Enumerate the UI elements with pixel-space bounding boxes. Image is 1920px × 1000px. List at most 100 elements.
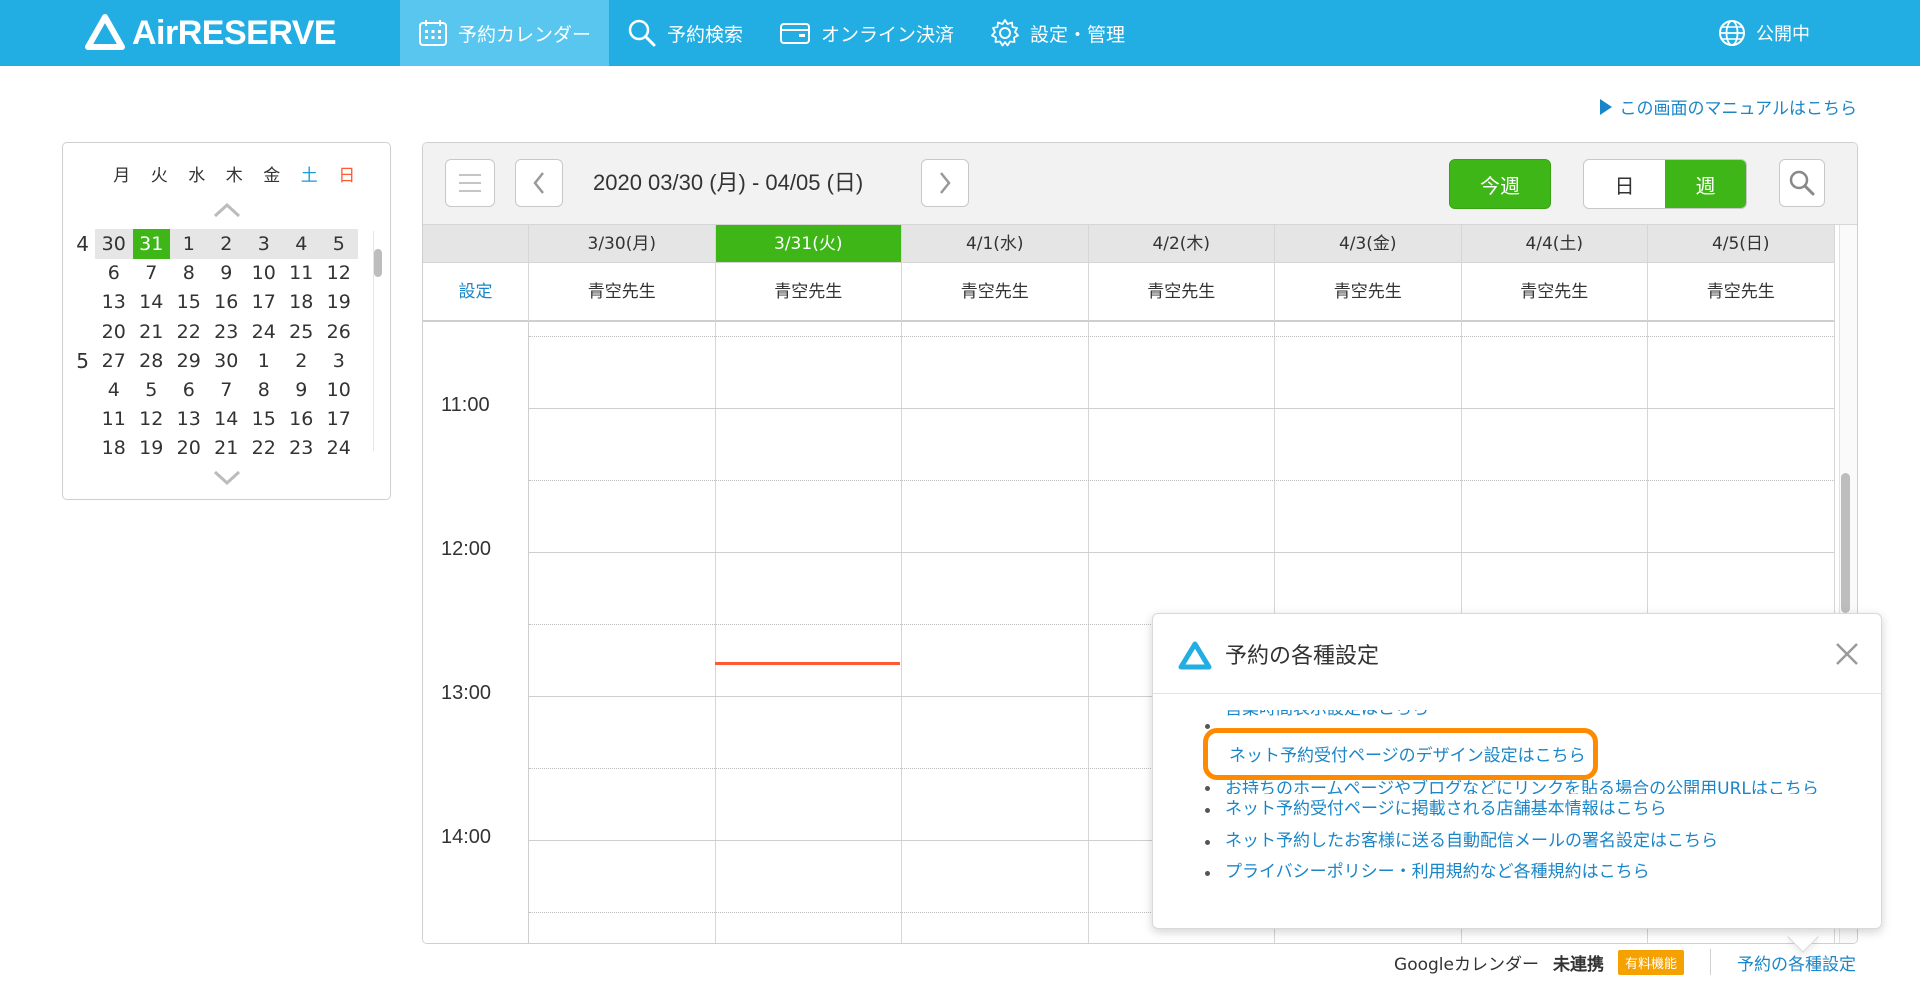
mini-calendar-day[interactable]: 1 (245, 346, 283, 376)
mini-calendar-day[interactable]: 24 (320, 433, 358, 454)
mini-calendar-day[interactable]: 16 (283, 404, 321, 434)
day-column-body[interactable] (902, 322, 1089, 943)
mini-calendar-day[interactable]: 30 (95, 229, 133, 259)
staff-name-cell[interactable]: 青空先生 (1275, 263, 1462, 322)
mini-calendar-day[interactable]: 7 (208, 375, 246, 405)
mini-calendar-scroll-thumb[interactable] (374, 249, 382, 277)
nav-reservation-search[interactable]: 予約検索 (609, 0, 761, 66)
nav-reservation-calendar[interactable]: 予約カレンダー (400, 0, 610, 66)
mini-calendar-day[interactable]: 12 (133, 404, 171, 434)
mini-calendar-day[interactable]: 31 (132, 229, 170, 259)
mini-calendar-day[interactable]: 4 (95, 375, 133, 405)
mini-calendar-day[interactable]: 15 (170, 287, 208, 317)
mini-calendar-day[interactable]: 20 (95, 317, 133, 347)
mini-calendar-day[interactable]: 22 (245, 433, 283, 454)
mini-calendar-day[interactable]: 5 (133, 375, 171, 405)
nav-online-payment[interactable]: オンライン決済 (761, 0, 972, 66)
day-column-body[interactable] (529, 322, 716, 943)
mini-calendar-day[interactable]: 8 (170, 258, 208, 288)
mini-calendar-day[interactable]: 4 (282, 229, 320, 259)
mini-calendar-day[interactable]: 10 (320, 375, 358, 405)
mini-calendar-day[interactable]: 26 (320, 317, 358, 347)
mini-calendar-day[interactable]: 12 (320, 258, 358, 288)
mini-calendar-day[interactable]: 6 (170, 375, 208, 405)
menu-button[interactable] (445, 159, 495, 207)
mini-calendar-day[interactable]: 5 (320, 229, 358, 259)
airreserve-logo[interactable]: AirRESERVE (84, 11, 337, 55)
mini-calendar-day[interactable]: 19 (133, 433, 171, 454)
day-column-header[interactable]: 4/2(木) (1088, 225, 1275, 263)
day-column-body[interactable] (716, 322, 902, 943)
day-column-header[interactable]: 3/30(月) (529, 225, 716, 263)
close-icon[interactable] (1833, 640, 1861, 668)
mini-calendar-day[interactable]: 17 (320, 404, 358, 434)
mini-calendar-day[interactable]: 20 (170, 433, 208, 454)
chevron-down-icon[interactable] (212, 469, 242, 487)
mini-calendar-day[interactable]: 23 (208, 317, 246, 347)
mini-calendar-day[interactable]: 13 (95, 287, 133, 317)
mini-calendar-day[interactable]: 13 (170, 404, 208, 434)
mini-calendar-day[interactable]: 21 (133, 317, 171, 347)
mini-calendar-day[interactable]: 28 (133, 346, 171, 376)
mini-calendar-day[interactable]: 14 (208, 404, 246, 434)
settings-link[interactable]: 設定 (459, 282, 493, 302)
mini-calendar-day[interactable]: 11 (283, 258, 321, 288)
popover-header: 予約の各種設定 (1153, 614, 1881, 694)
mini-calendar-day[interactable]: 18 (283, 287, 321, 317)
mini-calendar-day[interactable]: 6 (95, 258, 133, 288)
mini-calendar-day[interactable]: 9 (208, 258, 246, 288)
mini-calendar-day[interactable]: 16 (208, 287, 246, 317)
popover-link-design-settings[interactable]: ネット予約受付ページのデザイン設定はこちら (1229, 741, 1586, 766)
publish-status[interactable]: 公開中 (1718, 0, 1810, 66)
settings-cell[interactable]: 設定 (423, 263, 529, 322)
day-column-header[interactable]: 4/5(日) (1648, 225, 1835, 263)
staff-name-cell[interactable]: 青空先生 (1461, 263, 1648, 322)
mini-calendar-day[interactable]: 15 (245, 404, 283, 434)
mini-calendar-day[interactable]: 23 (283, 433, 321, 454)
chevron-up-icon[interactable] (212, 201, 242, 219)
popover-link-email-signature[interactable]: ネット予約したお客様に送る自動配信メールの署名設定はこちら (1201, 826, 1819, 858)
manual-link[interactable]: この画面のマニュアルはこちら (1599, 94, 1857, 119)
popover-link-store-info[interactable]: ネット予約受付ページに掲載される店舗基本情報はこちら (1201, 794, 1819, 826)
mini-calendar-day[interactable]: 21 (208, 433, 246, 454)
mini-calendar-day[interactable]: 9 (283, 375, 321, 405)
staff-name-cell[interactable]: 青空先生 (715, 263, 902, 322)
day-column-header[interactable]: 4/3(金) (1275, 225, 1462, 263)
mini-calendar-day[interactable]: 19 (320, 287, 358, 317)
week-view-button[interactable]: 週 (1665, 160, 1746, 208)
day-column-header[interactable]: 4/4(土) (1461, 225, 1648, 263)
day-column-header[interactable]: 3/31(火) (715, 225, 902, 263)
next-week-button[interactable] (921, 159, 969, 207)
mini-calendar-day[interactable]: 10 (245, 258, 283, 288)
mini-calendar-day[interactable]: 3 (320, 346, 358, 376)
day-column-header[interactable]: 4/1(水) (902, 225, 1089, 263)
staff-name-cell[interactable]: 青空先生 (1088, 263, 1275, 322)
mini-calendar-day[interactable]: 14 (133, 287, 171, 317)
mini-calendar-day[interactable]: 8 (245, 375, 283, 405)
mini-calendar-day[interactable]: 30 (208, 346, 246, 376)
mini-calendar-day[interactable]: 11 (95, 404, 133, 434)
mini-calendar-day[interactable]: 2 (207, 229, 245, 259)
mini-calendar-day[interactable]: 1 (170, 229, 208, 259)
popover-link-terms[interactable]: プライバシーポリシー・利用規約など各種規約はこちら (1201, 857, 1819, 889)
mini-calendar-day[interactable]: 27 (95, 346, 133, 376)
this-week-button[interactable]: 今週 (1449, 159, 1551, 209)
mini-calendar-day[interactable]: 7 (133, 258, 171, 288)
nav-settings-management[interactable]: 設定・管理 (972, 0, 1143, 66)
mini-calendar-day[interactable]: 17 (245, 287, 283, 317)
mini-calendar-day[interactable]: 24 (245, 317, 283, 347)
mini-calendar-day[interactable]: 3 (245, 229, 283, 259)
calendar-scroll-thumb[interactable] (1841, 473, 1850, 613)
staff-name-cell[interactable]: 青空先生 (529, 263, 716, 322)
staff-name-cell[interactable]: 青空先生 (902, 263, 1089, 322)
mini-calendar-day[interactable]: 22 (170, 317, 208, 347)
previous-week-button[interactable] (515, 159, 563, 207)
mini-calendar-day[interactable]: 2 (283, 346, 321, 376)
staff-name-cell[interactable]: 青空先生 (1648, 263, 1835, 322)
mini-calendar-day[interactable]: 18 (95, 433, 133, 454)
day-view-button[interactable]: 日 (1584, 160, 1665, 208)
search-button[interactable] (1779, 159, 1825, 207)
mini-calendar-day[interactable]: 29 (170, 346, 208, 376)
mini-calendar-day[interactable]: 25 (283, 317, 321, 347)
reservation-settings-link[interactable]: 予約の各種設定 (1737, 950, 1856, 975)
